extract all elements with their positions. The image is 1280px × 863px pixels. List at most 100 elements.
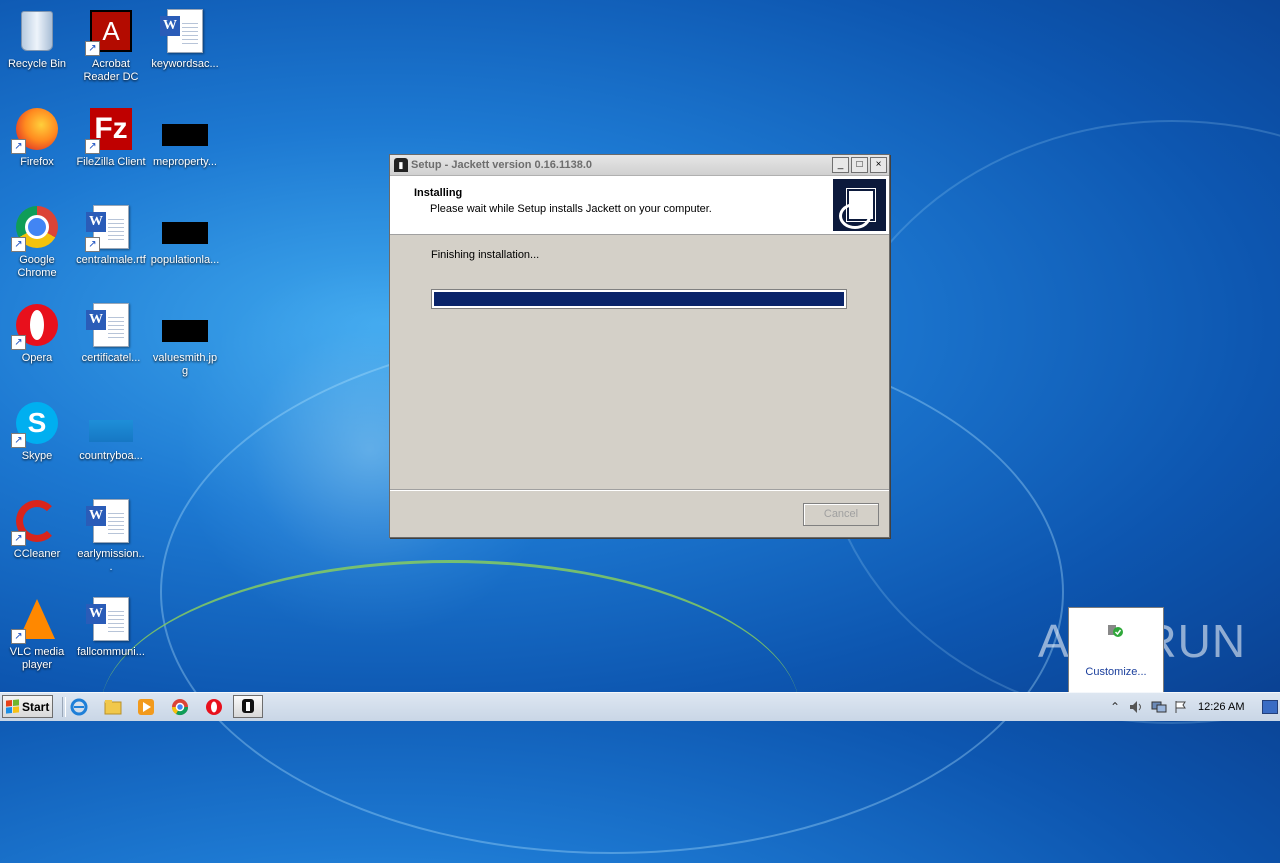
desktop-icon-label: Firefox xyxy=(20,156,54,168)
desktop-icon-acrobat-reader[interactable]: A ↗ Acrobat Reader DC xyxy=(74,0,148,84)
desktop-icon-skype[interactable]: S ↗ Skype xyxy=(0,392,74,463)
footer-divider xyxy=(390,489,889,491)
desktop-icon-label: Opera xyxy=(21,352,53,364)
install-progress-bar xyxy=(431,289,847,309)
ccleaner-icon: ↗ xyxy=(11,498,60,546)
word-document-icon: W xyxy=(86,596,134,642)
shortcut-arrow-icon: ↗ xyxy=(11,629,26,644)
customize-link[interactable]: Customize... xyxy=(1069,666,1163,678)
wizard-header: Installing Please wait while Setup insta… xyxy=(390,176,889,235)
security-shield-icon[interactable] xyxy=(1107,622,1123,638)
shortcut-arrow-icon: ↗ xyxy=(11,335,26,350)
shortcut-arrow-icon: ↗ xyxy=(85,237,100,252)
jackett-app-icon: ▮ xyxy=(394,158,408,172)
show-hidden-icons-chevron-icon[interactable]: ⌃ xyxy=(1104,696,1126,718)
desktop-icon-label: countryboa... xyxy=(79,450,143,462)
action-center-flag-icon[interactable] xyxy=(1170,696,1192,718)
chrome-icon: ↗ xyxy=(11,204,60,252)
opera-icon: ↗ xyxy=(11,302,60,350)
desktop-icon-label: certificatel... xyxy=(81,352,141,364)
desktop-icon-label: populationla... xyxy=(150,254,220,266)
windows-explorer-icon[interactable] xyxy=(103,697,123,717)
desktop-icon-label: Google Chrome xyxy=(17,254,57,279)
dialog-title: Setup - Jackett version 0.16.1138.0 xyxy=(411,159,592,171)
jackett-setup-task-button[interactable] xyxy=(233,695,263,718)
start-button[interactable]: Start xyxy=(2,695,53,718)
internet-explorer-icon[interactable] xyxy=(69,697,89,717)
desktop-icon-label: meproperty... xyxy=(153,156,217,168)
image-thumbnail-icon xyxy=(162,302,208,348)
maximize-button[interactable]: □ xyxy=(851,157,868,173)
windows-logo-icon xyxy=(6,699,19,714)
desktop-icon-keywordsac-doc[interactable]: W keywordsac... xyxy=(148,0,222,71)
wizard-body: Finishing installation... xyxy=(390,235,889,489)
desktop-icon-label: valuesmith.jpg xyxy=(152,352,218,377)
taskbar: Start ⌃ 12:26 AM xyxy=(0,692,1280,721)
volume-icon[interactable] xyxy=(1126,696,1148,718)
desktop-icon-label: centralmale.rtf xyxy=(76,254,146,266)
desktop-icon-fallcommun-doc[interactable]: W fallcommuni... xyxy=(74,588,148,659)
recycle-bin-icon xyxy=(14,8,60,54)
show-desktop-button[interactable] xyxy=(1262,700,1278,714)
desktop-icon-centralmale-rtf[interactable]: W ↗ centralmale.rtf xyxy=(74,196,148,267)
image-file-icon xyxy=(88,400,134,446)
shortcut-arrow-icon: ↗ xyxy=(85,139,100,154)
word-document-icon: W xyxy=(86,302,134,348)
desktop-icon-ccleaner[interactable]: ↗ CCleaner xyxy=(0,490,74,561)
desktop-icon-label: FileZilla Client xyxy=(76,156,146,168)
shortcut-arrow-icon: ↗ xyxy=(11,139,26,154)
word-document-icon: W ↗ xyxy=(85,204,134,252)
start-label: Start xyxy=(22,699,50,714)
desktop-icon-populationla-file[interactable]: populationla... xyxy=(148,196,222,267)
desktop-icon-label: CCleaner xyxy=(13,548,61,560)
desktop-icon-meproperty-file[interactable]: meproperty... xyxy=(148,98,222,169)
word-document-icon: W xyxy=(160,8,208,54)
desktop-icon-vlc[interactable]: ↗ VLC media player xyxy=(0,588,74,672)
shortcut-arrow-icon: ↗ xyxy=(85,41,100,56)
acrobat-icon: A ↗ xyxy=(85,8,134,56)
desktop-icon-recycle-bin[interactable]: Recycle Bin xyxy=(0,0,74,71)
opera-taskbar-icon[interactable] xyxy=(204,697,224,717)
image-thumbnail-icon xyxy=(162,106,208,152)
close-button[interactable]: × xyxy=(870,157,887,173)
wizard-page-subtitle: Please wait while Setup installs Jackett… xyxy=(430,203,712,215)
media-player-icon[interactable] xyxy=(136,697,156,717)
setup-dialog: ▮ Setup - Jackett version 0.16.1138.0 _ … xyxy=(389,154,890,538)
install-status-text: Finishing installation... xyxy=(431,249,540,261)
desktop-icon-label: fallcommuni... xyxy=(77,646,145,658)
filezilla-icon: Fz ↗ xyxy=(85,106,134,154)
desktop-icon-filezilla[interactable]: Fz ↗ FileZilla Client xyxy=(74,98,148,169)
dialog-titlebar[interactable]: ▮ Setup - Jackett version 0.16.1138.0 _ … xyxy=(390,155,889,176)
progress-bar-fill xyxy=(434,292,844,306)
network-icon[interactable] xyxy=(1148,696,1170,718)
installer-computer-icon xyxy=(833,179,886,231)
desktop-icon-valuesmith-jpg[interactable]: valuesmith.jpg xyxy=(148,294,222,378)
shortcut-arrow-icon: ↗ xyxy=(11,531,26,546)
desktop-icon-label: Recycle Bin xyxy=(7,58,67,70)
image-thumbnail-icon xyxy=(162,204,208,250)
desktop-icon-firefox[interactable]: ↗ Firefox xyxy=(0,98,74,169)
taskbar-clock[interactable]: 12:26 AM xyxy=(1198,701,1244,713)
desktop-icon-countryboa-file[interactable]: countryboa... xyxy=(74,392,148,463)
tray-overflow-popup: Customize... xyxy=(1068,607,1164,693)
desktop-icon-label: keywordsac... xyxy=(151,58,219,70)
desktop-icon-label: Acrobat Reader DC xyxy=(83,58,139,83)
desktop-icon-google-chrome[interactable]: ↗ Google Chrome xyxy=(0,196,74,280)
desktop-icon-certificatel-doc[interactable]: W certificatel... xyxy=(74,294,148,365)
desktop-icon-label: Skype xyxy=(21,450,53,462)
desktop-icon-label: VLC media player xyxy=(9,646,65,671)
desktop-icon-label: earlymission... xyxy=(77,548,145,573)
minimize-button[interactable]: _ xyxy=(832,157,849,173)
system-tray: ⌃ 12:26 AM xyxy=(1104,693,1280,721)
skype-icon: S ↗ xyxy=(11,400,60,448)
shortcut-arrow-icon: ↗ xyxy=(11,433,26,448)
cancel-button[interactable]: Cancel xyxy=(803,503,879,526)
chrome-taskbar-icon[interactable] xyxy=(170,697,190,717)
firefox-icon: ↗ xyxy=(11,106,60,154)
desktop-icon-opera[interactable]: ↗ Opera xyxy=(0,294,74,365)
taskbar-separator xyxy=(62,697,66,717)
word-document-icon: W xyxy=(86,498,134,544)
vlc-cone-icon: ↗ xyxy=(11,596,60,644)
shortcut-arrow-icon: ↗ xyxy=(11,237,26,252)
desktop-icon-earlymission-doc[interactable]: W earlymission... xyxy=(74,490,148,574)
